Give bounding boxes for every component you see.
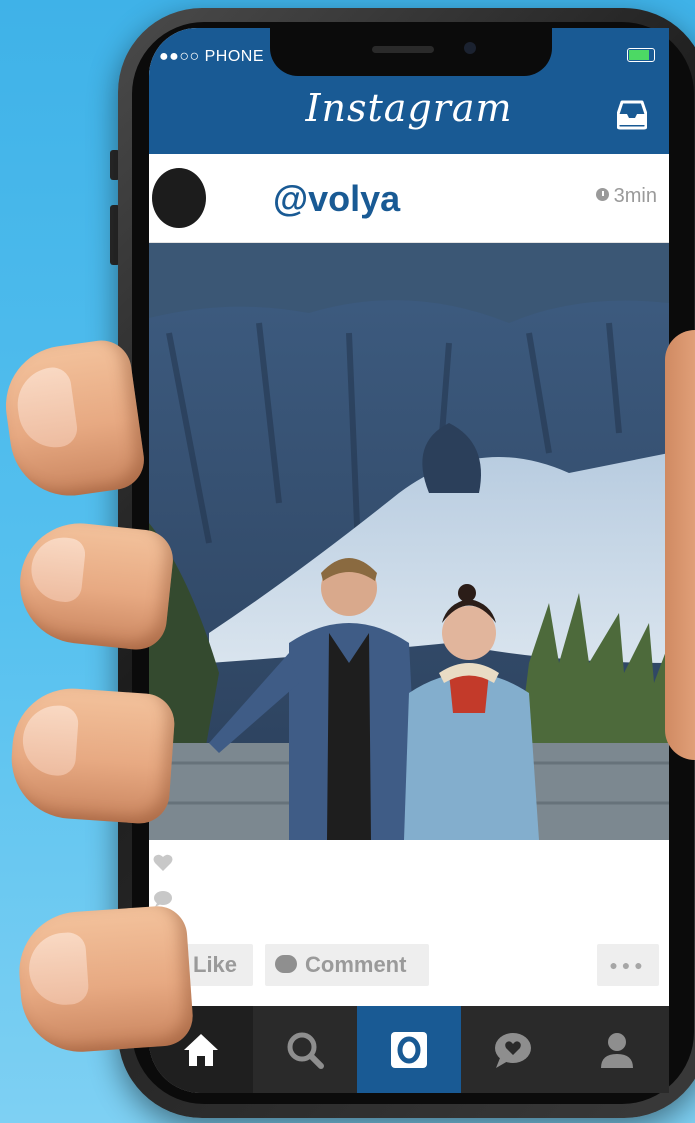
app-title: Instagram (305, 86, 513, 130)
comment-label: Comment (305, 952, 407, 977)
comment-button[interactable]: Comment (265, 944, 429, 986)
front-camera (464, 42, 476, 54)
post-time: 3min (613, 185, 657, 207)
post-header: @volya 3min (149, 154, 669, 243)
post-timestamp: 3min (595, 185, 657, 208)
post-photo[interactable] (149, 243, 669, 840)
more-options-button[interactable]: ●●● (597, 944, 659, 986)
inbox-tray-icon[interactable] (617, 98, 647, 130)
thumb (0, 336, 148, 504)
activity-bubble-icon (495, 1032, 531, 1068)
bottom-nav (149, 1006, 669, 1093)
search-icon (287, 1032, 324, 1069)
like-label: Like (193, 952, 238, 977)
nav-activity[interactable] (461, 1006, 565, 1093)
middle-finger (7, 684, 177, 826)
speaker-grille (372, 46, 434, 53)
profile-icon (601, 1032, 633, 1068)
carrier-status: ●●○○ PHONE (159, 48, 264, 65)
post-actions: Like Comment ●●● (149, 930, 669, 1006)
index-finger (14, 517, 176, 653)
nav-camera[interactable] (357, 1006, 461, 1093)
home-icon (184, 1033, 218, 1066)
camera-icon (391, 1031, 427, 1068)
phone-screen: ●●○○ PHONE Instagram @volya 3min Like Co… (149, 28, 669, 1093)
battery-icon (627, 48, 655, 62)
post-username[interactable]: @volya (273, 178, 400, 220)
ring-finger (15, 904, 195, 1056)
hand-palm (665, 330, 695, 760)
heart-icon (153, 854, 173, 871)
comment-icon (275, 955, 297, 974)
avatar[interactable] (152, 168, 206, 228)
post-stats (149, 840, 669, 930)
nav-search[interactable] (253, 1006, 357, 1093)
clock-icon (595, 188, 609, 201)
nav-profile[interactable] (565, 1006, 669, 1093)
